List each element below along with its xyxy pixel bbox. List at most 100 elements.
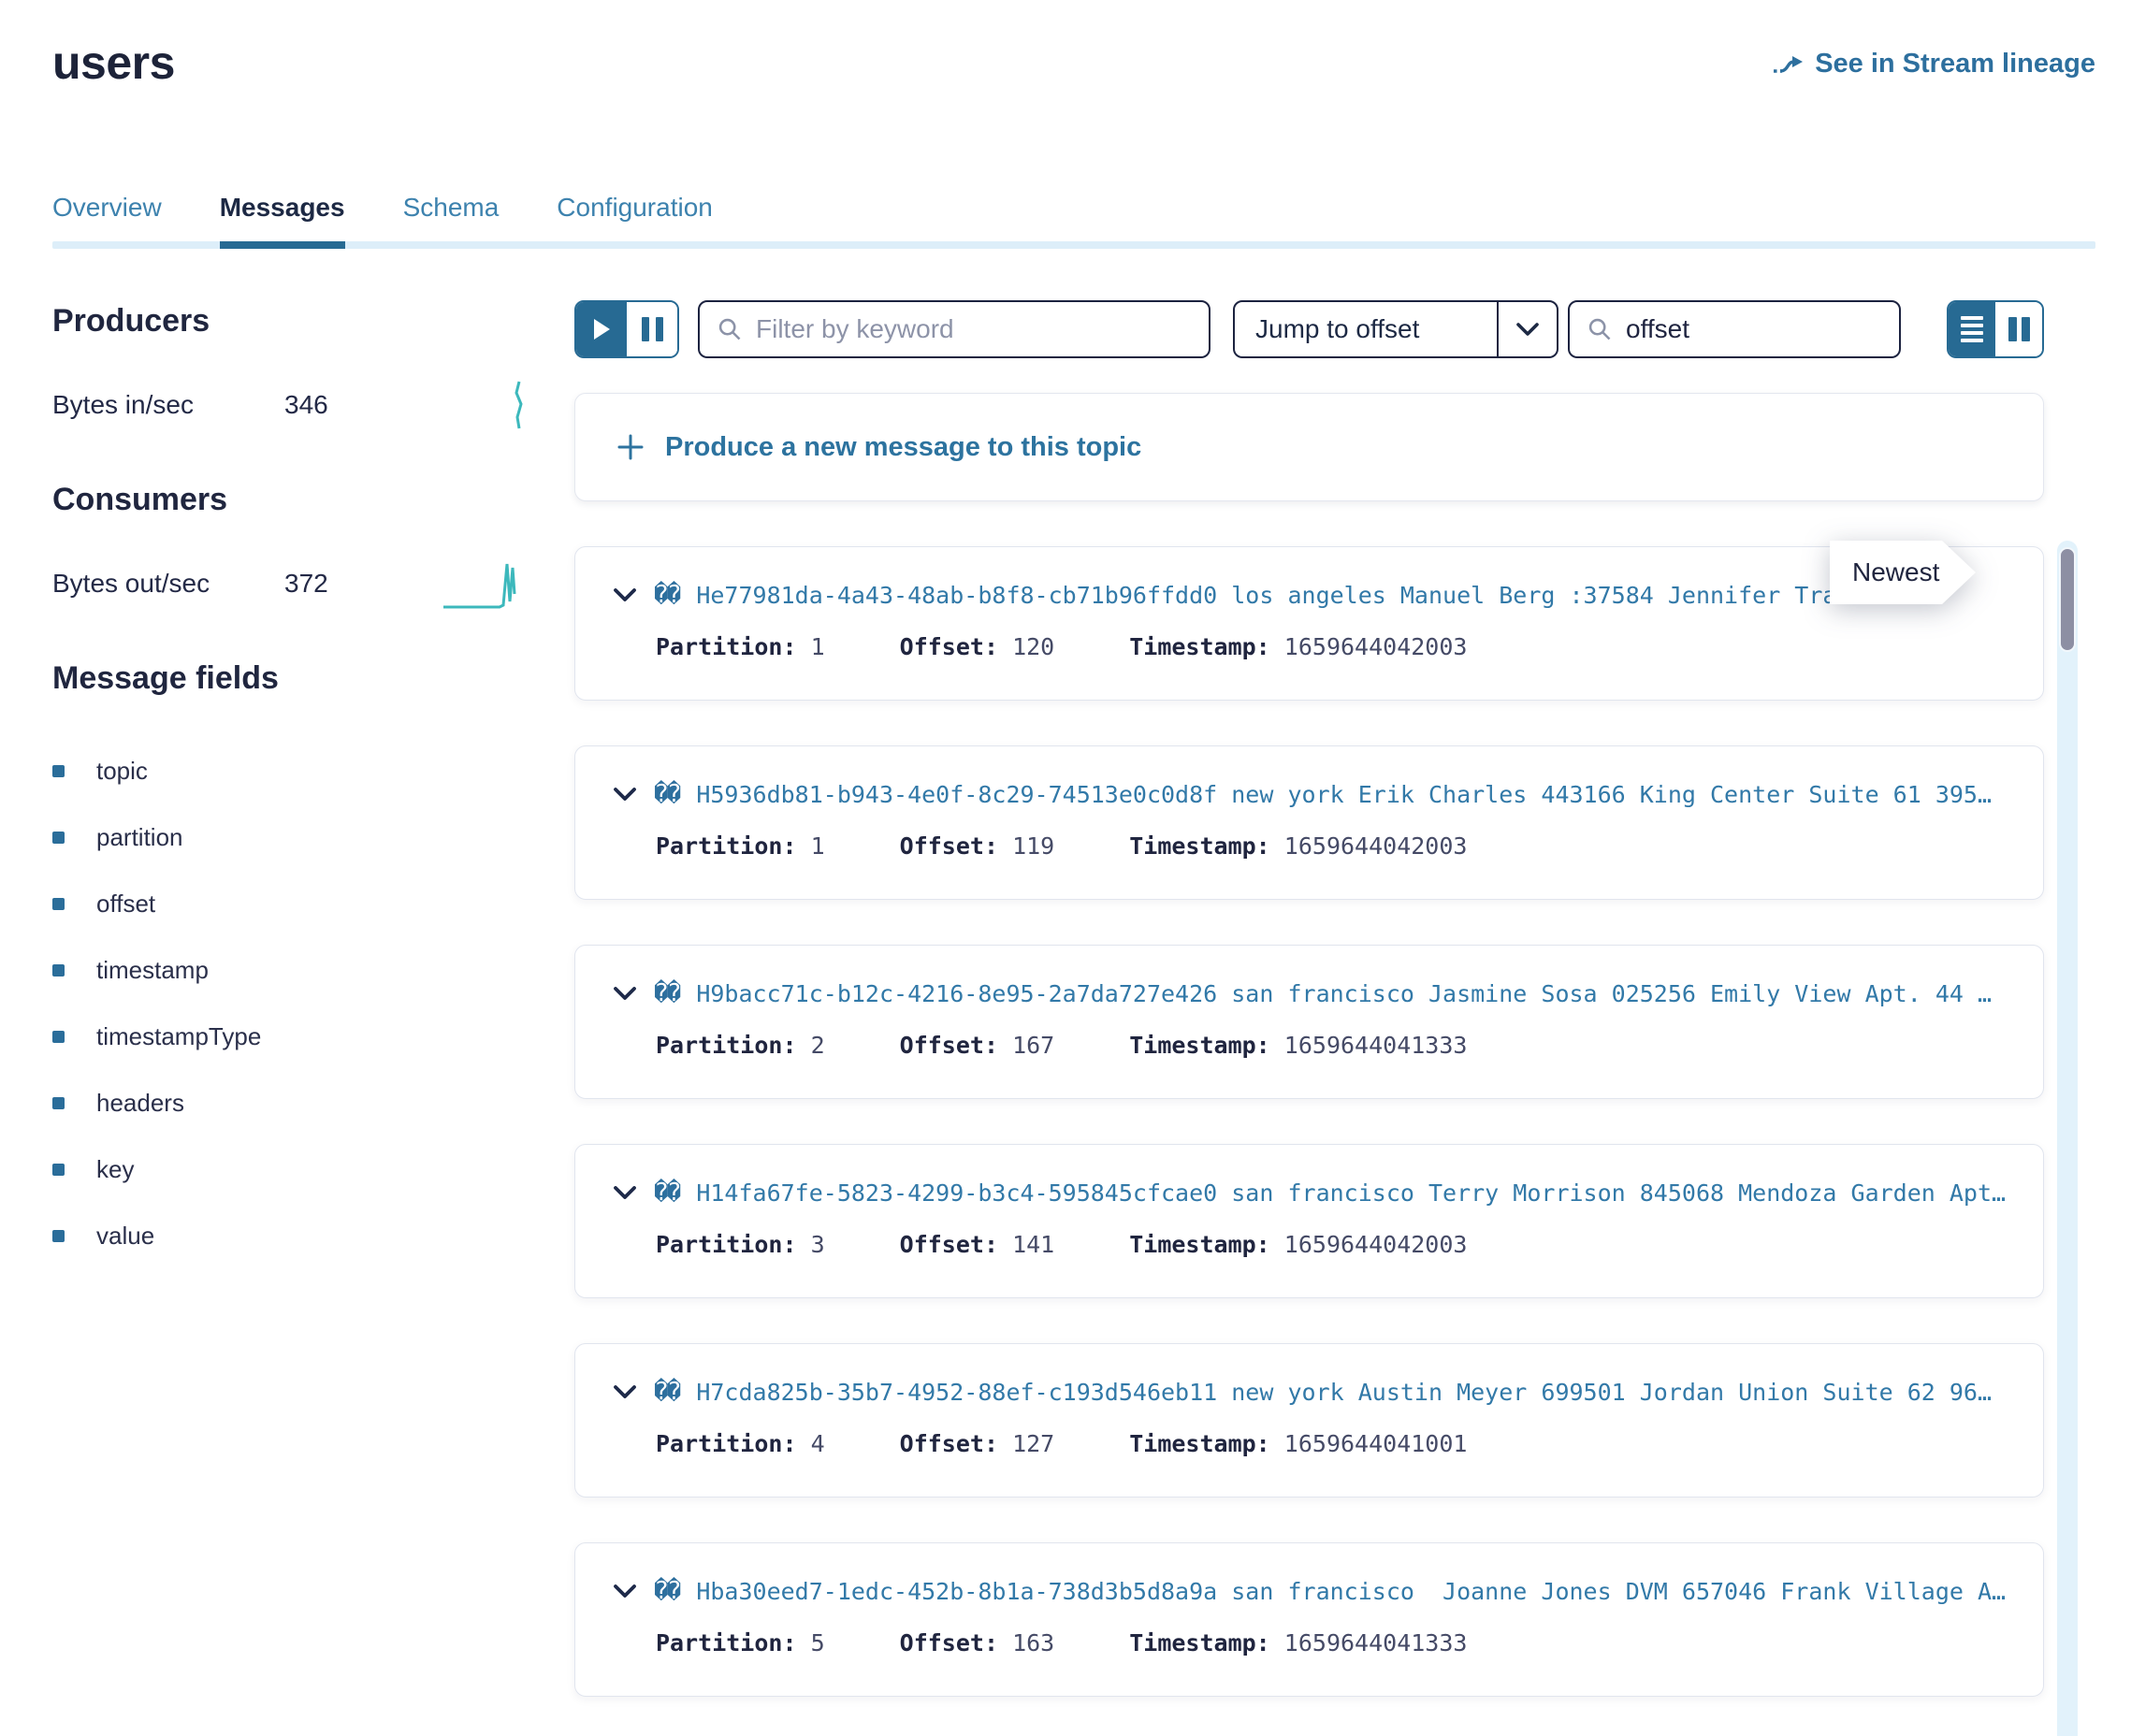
message-fields-list: topic partition offset timestamp timesta… (52, 738, 531, 1269)
see-in-stream-lineage-link[interactable]: See in Stream lineage (1772, 49, 2095, 80)
tab-schema[interactable]: Schema (403, 193, 500, 223)
message-summary: H5936db81-b943-4e0f-8c29-74513e0c0d8f ne… (696, 781, 2015, 808)
stream-lineage-icon (1772, 51, 1804, 78)
field-item-key[interactable]: key (52, 1136, 531, 1203)
produce-button-label: Produce a new message to this topic (665, 432, 1141, 463)
key-bytes-icon: �� (654, 1378, 679, 1406)
field-label: timestampType (96, 1022, 261, 1051)
field-label: timestamp (96, 956, 209, 985)
field-item-partition[interactable]: partition (52, 804, 531, 871)
plus-icon (616, 433, 645, 461)
list-view-button[interactable] (1949, 302, 1995, 356)
message-meta: Partition: 3 Offset: 141 Timestamp: 1659… (656, 1231, 2015, 1258)
message-card[interactable]: �� H14fa67fe-5823-4299-b3c4-595845cfcae0… (574, 1144, 2044, 1298)
field-bullet-icon (52, 1230, 65, 1242)
message-meta: Partition: 5 Offset: 163 Timestamp: 1659… (656, 1629, 2015, 1656)
expand-chevron-icon[interactable] (613, 587, 637, 603)
field-bullet-icon (52, 832, 65, 844)
message-card[interactable]: �� He77981da-4a43-48ab-b8f8-cb71b96ffdd0… (574, 546, 2044, 701)
search-icon (1587, 316, 1613, 342)
tabs-underline (52, 241, 2095, 249)
tab-overview[interactable]: Overview (52, 193, 162, 223)
key-bytes-icon: �� (654, 979, 679, 1007)
message-fields-heading: Message fields (52, 660, 531, 697)
offset-search (1568, 300, 1901, 358)
search-icon (717, 316, 743, 342)
message-card[interactable]: �� H9bacc71c-b12c-4216-8e95-2a7da727e426… (574, 945, 2044, 1099)
keyword-filter (698, 300, 1210, 358)
expand-chevron-icon[interactable] (613, 986, 637, 1002)
field-label: topic (96, 757, 148, 786)
key-bytes-icon: �� (654, 780, 679, 808)
message-card[interactable]: �� H5936db81-b943-4e0f-8c29-74513e0c0d8f… (574, 745, 2044, 900)
playback-toggle (574, 300, 679, 358)
jump-to-offset-select[interactable]: Jump to offset (1233, 300, 1558, 358)
topic-tabs: Overview Messages Schema Configuration (52, 193, 2095, 249)
consumers-heading: Consumers (52, 482, 531, 518)
expand-chevron-icon[interactable] (613, 1584, 637, 1599)
split-view-button[interactable] (1995, 302, 2042, 356)
filter-input[interactable] (756, 314, 1192, 344)
bytes-out-value: 372 (284, 569, 328, 599)
expand-chevron-icon[interactable] (613, 1384, 637, 1400)
field-label: headers (96, 1089, 184, 1118)
produce-message-button[interactable]: Produce a new message to this topic (574, 393, 2044, 501)
message-summary: He77981da-4a43-48ab-b8f8-cb71b96ffdd0 lo… (696, 582, 2015, 609)
field-item-timestampType[interactable]: timestampType (52, 1004, 531, 1070)
message-summary: H14fa67fe-5823-4299-b3c4-595845cfcae0 sa… (696, 1179, 2015, 1207)
field-label: value (96, 1222, 154, 1251)
field-label: offset (96, 890, 155, 919)
view-mode-toggle (1947, 300, 2044, 358)
field-bullet-icon (52, 1097, 65, 1109)
message-meta: Partition: 1 Offset: 120 Timestamp: 1659… (656, 633, 2015, 660)
message-summary: Hba30eed7-1edc-452b-8b1a-738d3b5d8a9a sa… (696, 1578, 2015, 1605)
bytes-out-sparkline (442, 557, 531, 611)
newest-badge-label: Newest (1830, 541, 1976, 604)
bytes-in-value: 346 (284, 390, 328, 420)
chevron-down-icon (1499, 302, 1557, 356)
message-card[interactable]: �� H7cda825b-35b7-4952-88ef-c193d546eb11… (574, 1343, 2044, 1497)
tab-configuration[interactable]: Configuration (557, 193, 713, 223)
scrollbar-thumb[interactable] (2059, 547, 2076, 652)
message-summary: H9bacc71c-b12c-4216-8e95-2a7da727e426 sa… (696, 980, 2015, 1007)
message-meta: Partition: 4 Offset: 127 Timestamp: 1659… (656, 1430, 2015, 1457)
expand-chevron-icon[interactable] (613, 787, 637, 803)
field-label: partition (96, 823, 183, 852)
field-item-offset[interactable]: offset (52, 871, 531, 937)
message-meta: Partition: 1 Offset: 119 Timestamp: 1659… (656, 832, 2015, 860)
field-bullet-icon (52, 765, 65, 777)
messages-scrollbar[interactable] (2057, 541, 2078, 1736)
bytes-out-label: Bytes out/sec (52, 569, 284, 599)
bytes-in-sparkline (507, 378, 531, 432)
expand-chevron-icon[interactable] (613, 1185, 637, 1201)
field-item-topic[interactable]: topic (52, 738, 531, 804)
producers-heading: Producers (52, 303, 531, 340)
message-summary: H7cda825b-35b7-4952-88ef-c193d546eb11 ne… (696, 1379, 2015, 1406)
field-item-timestamp[interactable]: timestamp (52, 937, 531, 1004)
messages-toolbar: Jump to offset (574, 300, 2044, 358)
tab-messages[interactable]: Messages (220, 193, 345, 223)
offset-input[interactable] (1626, 314, 1882, 344)
field-bullet-icon (52, 1031, 65, 1043)
lineage-link-label: See in Stream lineage (1815, 49, 2095, 80)
key-bytes-icon: �� (654, 1577, 679, 1605)
key-bytes-icon: �� (654, 581, 679, 609)
pause-button[interactable] (627, 302, 677, 356)
bytes-in-label: Bytes in/sec (52, 390, 284, 420)
producers-metric-row: Bytes in/sec 346 (52, 377, 531, 433)
field-bullet-icon (52, 1164, 65, 1176)
page-title: users (52, 36, 175, 90)
field-label: key (96, 1155, 134, 1184)
field-item-value[interactable]: value (52, 1203, 531, 1269)
play-icon (591, 317, 612, 341)
newest-badge: Newest (1830, 541, 1976, 604)
key-bytes-icon: �� (654, 1179, 679, 1207)
play-button[interactable] (576, 302, 627, 356)
field-bullet-icon (52, 964, 65, 976)
metrics-sidebar: Producers Bytes in/sec 346 Consumers Byt… (52, 303, 531, 1269)
field-item-headers[interactable]: headers (52, 1070, 531, 1136)
field-bullet-icon (52, 898, 65, 910)
consumers-metric-row: Bytes out/sec 372 (52, 556, 531, 612)
message-card[interactable]: �� Hba30eed7-1edc-452b-8b1a-738d3b5d8a9a… (574, 1542, 2044, 1697)
jump-select-value: Jump to offset (1235, 302, 1497, 356)
